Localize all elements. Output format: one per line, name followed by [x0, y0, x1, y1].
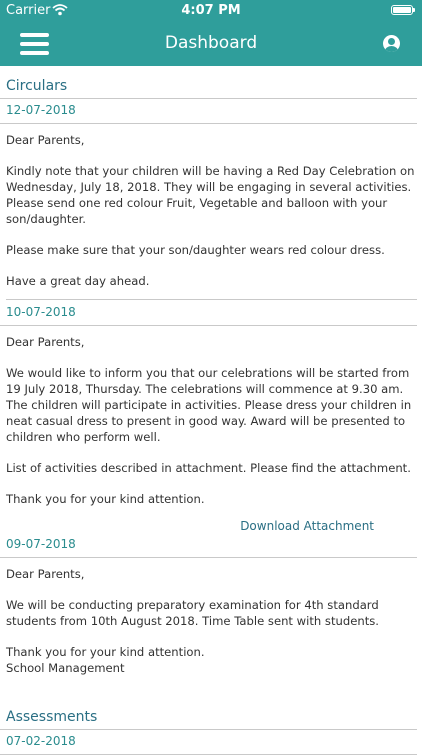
circular-text: Have a great day ahead.: [6, 274, 150, 288]
circular-date: 09-07-2018: [6, 537, 76, 551]
circular-text: Kindly note that your children will be h…: [6, 164, 415, 226]
circular-text: Thank you for your kind attention.: [6, 492, 205, 506]
circular-item: 10-07-2018 Dear Parents, We would like t…: [0, 300, 422, 537]
download-attachment-link[interactable]: Download Attachment: [0, 517, 422, 537]
assessment-item: 07-02-2018: [0, 730, 422, 755]
status-bar: Carrier 4:07 PM: [0, 0, 422, 22]
page-title: Dashboard: [164, 33, 258, 53]
assessments-heading: Assessments: [6, 709, 98, 725]
circular-item: 12-07-2018 Dear Parents, Kindly note tha…: [0, 99, 422, 289]
circulars-heading: Circulars: [6, 78, 68, 94]
nav-bar: Dashboard: [0, 22, 422, 66]
circular-greeting: Dear Parents,: [6, 133, 85, 147]
circular-text: We will be conducting preparatory examin…: [6, 598, 379, 628]
circular-greeting: Dear Parents,: [6, 335, 85, 349]
circular-greeting: Dear Parents,: [6, 567, 85, 581]
clock: 4:07 PM: [181, 3, 241, 18]
assessment-date: 07-02-2018: [6, 734, 76, 748]
circular-text: List of activities described in attachme…: [6, 461, 411, 475]
circular-date: 10-07-2018: [6, 305, 76, 319]
circular-text: School Management: [6, 661, 125, 675]
dashboard-content[interactable]: Circulars 12-07-2018 Dear Parents, Kindl…: [0, 66, 422, 755]
circular-text: We would like to inform you that our cel…: [6, 366, 412, 444]
circular-item: 09-07-2018 Dear Parents, We will be cond…: [0, 537, 422, 676]
circular-text: Please make sure that your son/daughter …: [6, 243, 385, 257]
battery-icon: [391, 5, 415, 15]
circular-date: 12-07-2018: [6, 103, 76, 117]
user-icon[interactable]: [383, 35, 400, 52]
circular-text: Thank you for your kind attention.: [6, 645, 205, 659]
